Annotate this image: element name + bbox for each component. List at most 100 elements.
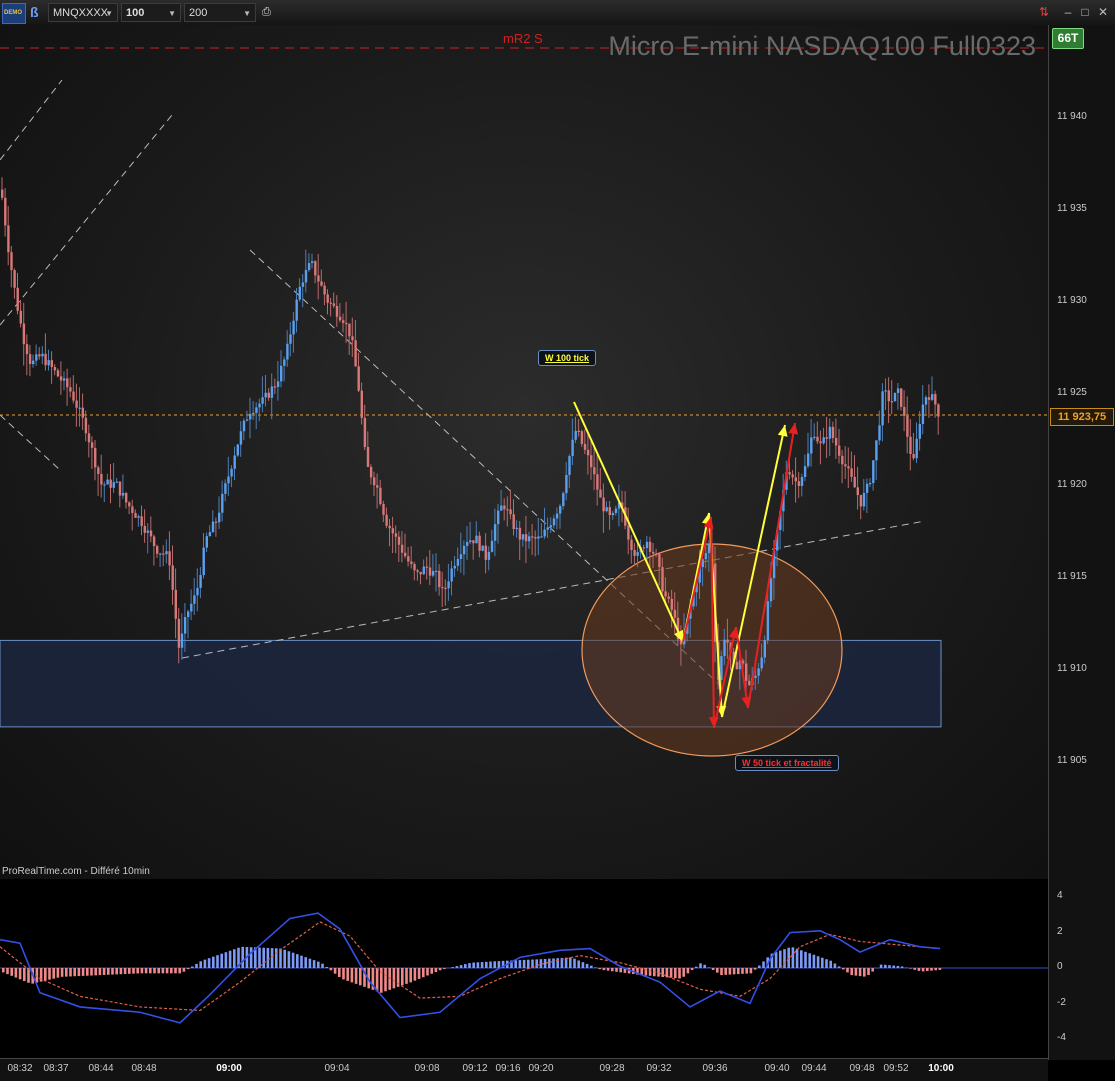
units-selector[interactable]: 200 unités ▼ [184, 3, 256, 22]
price-axis[interactable]: 11 94011 93511 93011 92511 92011 91511 9… [1048, 25, 1115, 1060]
candle [147, 523, 149, 553]
candle-body [860, 495, 862, 506]
candle [435, 553, 437, 591]
candle-body [351, 336, 353, 340]
candle [553, 515, 555, 529]
demo-icon[interactable]: DEMO [2, 3, 26, 24]
oscillator-bar [598, 968, 601, 969]
candle [513, 499, 515, 535]
candle-body [100, 474, 102, 485]
symbol-selector[interactable]: MNQXXXX ▼ [48, 3, 118, 22]
candle [819, 430, 821, 464]
candle [401, 531, 403, 562]
oscillator-bar [460, 965, 463, 968]
candle-body [199, 575, 201, 588]
oscillator-bar [149, 968, 152, 973]
candle-body [144, 526, 146, 533]
candle [429, 550, 431, 585]
oscillator-bar [586, 964, 589, 968]
print-icon[interactable]: ⎙ [262, 3, 274, 22]
candle-body [485, 546, 487, 560]
candle [370, 464, 372, 484]
candle [13, 268, 15, 298]
candle-body [423, 567, 425, 575]
candle-body [91, 442, 93, 448]
candle-body [382, 504, 384, 515]
candle [596, 455, 598, 506]
candle-body [875, 440, 877, 460]
candle-body [79, 408, 81, 409]
price-tick: 11 905 [1057, 755, 1087, 766]
candle-body [516, 528, 518, 529]
candle-body [919, 424, 921, 439]
oscillator-bar [418, 968, 421, 979]
candle-body [367, 447, 369, 467]
ticker-icon[interactable]: ß [30, 3, 44, 22]
oscillator-bar [300, 956, 303, 968]
candle-body [674, 610, 676, 618]
oscillator-bar [78, 968, 81, 976]
candle-body [280, 366, 282, 382]
candle-body [299, 287, 301, 300]
candle [193, 578, 195, 615]
candle [203, 533, 205, 578]
oscillator-bar [901, 966, 904, 968]
candle-body [658, 554, 660, 567]
candle-body [544, 530, 546, 537]
time-tick: 09:04 [324, 1063, 349, 1074]
oscillator-bar [708, 967, 711, 968]
oscillator-bar [703, 965, 706, 968]
candle [413, 562, 415, 581]
oscillator-bar [271, 948, 274, 968]
candle-body [227, 476, 229, 483]
candle [823, 428, 825, 445]
candle [354, 320, 356, 367]
annotation-w100[interactable]: W 100 tick [538, 350, 596, 366]
oscillator-bar [136, 968, 139, 973]
candle [441, 572, 443, 607]
time-tick: 09:12 [462, 1063, 487, 1074]
price-chart[interactable]: mR2 S Micro E-mini NASDAQ100 Full0323 W … [0, 25, 1048, 879]
oscillator-panel[interactable] [0, 880, 1048, 1058]
candle [447, 564, 449, 601]
interval-selector[interactable]: 100 ticks ▼ [121, 3, 181, 22]
oscillator-bar [346, 968, 349, 981]
timeframe-badge[interactable]: 66T [1052, 28, 1084, 49]
oscillator-bar [212, 957, 215, 968]
candle-body [361, 391, 363, 418]
candle-body [249, 414, 251, 420]
chart-toolbar: DEMO ß MNQXXXX ▼ 100 ticks ▼ 200 unités … [0, 0, 1115, 26]
oscillator-bar [468, 963, 471, 968]
candle-body [916, 439, 918, 458]
time-axis[interactable]: 08:3208:3708:4408:4809:0009:0409:0809:12… [0, 1058, 1048, 1081]
candle-body [500, 506, 502, 511]
candle-body [268, 393, 270, 398]
oscillator-bar [73, 968, 76, 976]
candle-body [181, 634, 183, 648]
candle-body [10, 252, 12, 270]
swap-icon[interactable]: ⇅ [1036, 4, 1052, 20]
candle-body [705, 553, 707, 559]
annotation-w50[interactable]: W 50 tick et fractalité [735, 755, 839, 771]
candle [832, 422, 834, 443]
candle-body [646, 542, 648, 548]
time-tick: 09:52 [883, 1063, 908, 1074]
time-tick: 09:28 [599, 1063, 624, 1074]
candle [801, 474, 803, 497]
oscillator-bar [351, 968, 354, 982]
minimize-icon[interactable]: – [1060, 4, 1076, 20]
candle [230, 465, 232, 487]
candle [540, 523, 542, 537]
candle [119, 481, 121, 507]
candle [274, 379, 276, 394]
candle-body [376, 485, 378, 487]
oscillator-bar [19, 968, 22, 979]
oscillator-bar [103, 968, 106, 975]
candle [587, 434, 589, 474]
maximize-icon[interactable]: □ [1077, 4, 1093, 20]
candle-body [578, 431, 580, 432]
candle [51, 351, 53, 384]
instrument-title: Micro E-mini NASDAQ100 Full0323 [608, 31, 1036, 62]
close-icon[interactable]: ✕ [1095, 4, 1111, 20]
candle [364, 405, 366, 450]
